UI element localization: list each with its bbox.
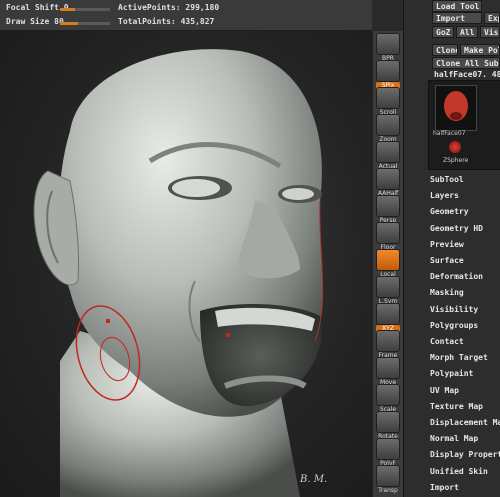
local-icon bbox=[376, 249, 400, 271]
menu-item-masking[interactable]: Masking bbox=[430, 285, 500, 301]
zoom-icon bbox=[376, 114, 400, 136]
menu-item-surface[interactable]: Surface bbox=[430, 253, 500, 269]
active-points: ActivePoints: 299,180 bbox=[118, 3, 220, 12]
menu-item-deformation[interactable]: Deformation bbox=[430, 269, 500, 285]
draw-size-label: Draw Size 80 bbox=[6, 17, 64, 26]
scale-icon bbox=[376, 384, 400, 406]
zsphere-icon[interactable] bbox=[449, 141, 461, 153]
menu-item-display-properties[interactable]: Display Properties bbox=[430, 447, 500, 463]
export-button[interactable]: Exp bbox=[484, 12, 500, 24]
goz-button[interactable]: GoZ bbox=[432, 26, 454, 38]
top-toolbar: Focal Shift 0 Draw Size 80 ActivePoints:… bbox=[0, 0, 372, 31]
move-icon bbox=[376, 357, 400, 379]
toolstrip-aahalf-button[interactable]: AAHalf bbox=[376, 168, 400, 198]
toolstrip-spix-button[interactable]: SPix bbox=[376, 60, 400, 90]
persp-icon bbox=[376, 195, 400, 217]
toolstrip-transp-button[interactable]: Transp bbox=[376, 465, 400, 495]
menu-item-displacement-map[interactable]: Displacement Map bbox=[430, 415, 500, 431]
menu-item-polygroups[interactable]: Polygroups bbox=[430, 318, 500, 334]
menu-item-subtool[interactable]: SubTool bbox=[430, 172, 500, 188]
toolstrip-polyf-button[interactable]: PolyF bbox=[376, 438, 400, 468]
tool-thumbnails: halfFace07 ZSphere bbox=[428, 80, 500, 170]
spix-icon bbox=[376, 60, 400, 82]
make-polymesh-button[interactable]: Make Poly bbox=[460, 44, 500, 56]
clone-all-subtools-button[interactable]: Clone All SubToo bbox=[432, 57, 500, 69]
current-tool-name: halfFace07. 48 bbox=[434, 70, 500, 79]
menu-item-morph-target[interactable]: Morph Target bbox=[430, 350, 500, 366]
canvas-viewport[interactable] bbox=[0, 31, 372, 497]
focal-shift-track[interactable] bbox=[60, 8, 110, 11]
load-tool-button[interactable]: Load Tool bbox=[432, 0, 482, 12]
view-toolstrip: BPR SPix Scroll Zoom Actual AAHalf Persp Floor L… bbox=[372, 31, 403, 497]
draw-size-slider[interactable]: Draw Size 80 bbox=[6, 16, 64, 28]
toolstrip-scale-button[interactable]: Scale bbox=[376, 384, 400, 414]
rotate-icon bbox=[376, 411, 400, 433]
menu-item-preview[interactable]: Preview bbox=[430, 237, 500, 253]
sculpted-head-model bbox=[33, 49, 324, 497]
bpr-icon bbox=[376, 33, 400, 55]
toolstrip-xyz-button[interactable]: XYZ bbox=[376, 303, 400, 333]
scroll-icon bbox=[376, 87, 400, 109]
draw-size-fill bbox=[60, 22, 78, 25]
floor-icon bbox=[376, 222, 400, 244]
menu-item-contact[interactable]: Contact bbox=[430, 334, 500, 350]
xyz-icon bbox=[376, 303, 400, 325]
menu-item-polypaint[interactable]: Polypaint bbox=[430, 366, 500, 382]
l-sym-icon bbox=[376, 276, 400, 298]
total-points: TotalPoints: 435,827 bbox=[118, 17, 215, 26]
visible-button[interactable]: Visi bbox=[480, 26, 500, 38]
menu-item-visibility[interactable]: Visibility bbox=[430, 302, 500, 318]
all-button[interactable]: All bbox=[456, 26, 478, 38]
toolstrip-bpr-button[interactable]: BPR bbox=[376, 33, 400, 63]
frame-icon bbox=[376, 330, 400, 352]
draw-size-track[interactable] bbox=[60, 22, 110, 25]
toolstrip-label: Transp bbox=[378, 487, 398, 494]
toolstrip-persp-button[interactable]: Persp bbox=[376, 195, 400, 225]
polyf-icon bbox=[376, 438, 400, 460]
menu-item-normal-map[interactable]: Normal Map bbox=[430, 431, 500, 447]
halfface-thumb-label: halfFace07 bbox=[433, 130, 466, 137]
menu-item-geometry-hd[interactable]: Geometry HD bbox=[430, 221, 500, 237]
menu-item-texture-map[interactable]: Texture Map bbox=[430, 399, 500, 415]
menu-item-uv-map[interactable]: UV Map bbox=[430, 383, 500, 399]
toolstrip-frame-button[interactable]: Frame bbox=[376, 330, 400, 360]
clone-button[interactable]: Clone bbox=[432, 44, 458, 56]
import-button[interactable]: Import bbox=[432, 12, 482, 24]
aahalf-icon bbox=[376, 168, 400, 190]
halfface-thumbnail[interactable] bbox=[435, 85, 477, 131]
toolstrip-floor-button[interactable]: Floor bbox=[376, 222, 400, 252]
transp-icon bbox=[376, 465, 400, 487]
menu-item-geometry[interactable]: Geometry bbox=[430, 204, 500, 220]
artist-signature: B. M. bbox=[300, 474, 328, 485]
toolstrip-zoom-button[interactable]: Zoom bbox=[376, 114, 400, 144]
zsphere-label: ZSphere bbox=[443, 157, 469, 164]
toolstrip-actual-button[interactable]: Actual bbox=[376, 141, 400, 171]
toolstrip-l-sym-button[interactable]: L.Sym bbox=[376, 276, 400, 306]
menu-item-import[interactable]: Import bbox=[430, 480, 500, 496]
toolstrip-rotate-button[interactable]: Rotate bbox=[376, 411, 400, 441]
toolstrip-local-button[interactable]: Local bbox=[376, 249, 400, 279]
head-thumb-icon bbox=[444, 91, 468, 121]
toolstrip-scroll-button[interactable]: Scroll bbox=[376, 87, 400, 117]
actual-icon bbox=[376, 141, 400, 163]
menu-item-layers[interactable]: Layers bbox=[430, 188, 500, 204]
toolstrip-move-button[interactable]: Move bbox=[376, 357, 400, 387]
menu-item-unified-skin[interactable]: Unified Skin bbox=[430, 464, 500, 480]
focal-shift-fill bbox=[60, 8, 75, 11]
